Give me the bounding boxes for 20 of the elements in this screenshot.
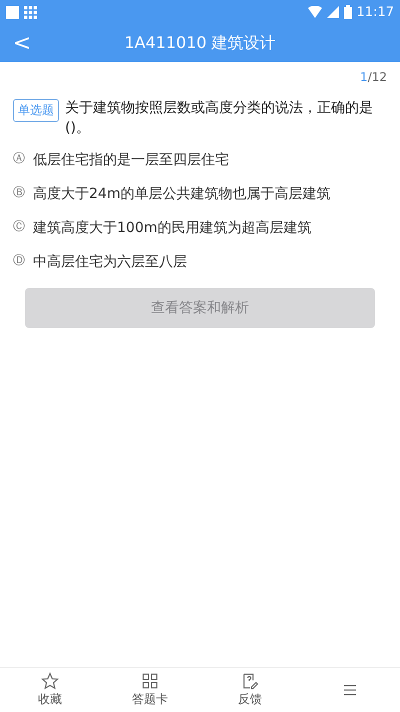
note-pencil-icon	[241, 672, 259, 690]
nav-tab[interactable]: 反馈	[200, 672, 300, 708]
wifi-icon	[308, 6, 322, 18]
answer-option[interactable]: Ⓐ 低层住宅指的是一层至四层住宅	[13, 150, 390, 170]
grid-icon	[24, 6, 37, 18]
nav-tab[interactable]: 答题卡	[100, 672, 200, 708]
question-type-tag: 单选题	[13, 99, 59, 122]
star-icon	[41, 672, 59, 690]
signal-icon	[326, 6, 339, 18]
nav-tab[interactable]: 收藏	[0, 672, 100, 708]
answer-option[interactable]: Ⓓ 中高层住宅为六层至八层	[13, 252, 390, 272]
answer-option[interactable]: Ⓑ 高度大于24m的单层公共建筑物也属于高层建筑	[13, 184, 390, 204]
question-counter: 1/12	[360, 70, 387, 84]
battery-icon	[344, 5, 352, 19]
grid-icon	[141, 672, 159, 690]
page-title: 1A411010 建筑设计	[124, 32, 276, 52]
question-text: 关于建筑物按照层数或高度分类的说法，正确的是()。	[65, 99, 374, 138]
clock-time: 11:17	[356, 4, 394, 20]
notification-icon	[6, 6, 19, 18]
answer-option[interactable]: Ⓒ 建筑高度大于100m的民用建筑为超高层建筑	[13, 218, 390, 238]
